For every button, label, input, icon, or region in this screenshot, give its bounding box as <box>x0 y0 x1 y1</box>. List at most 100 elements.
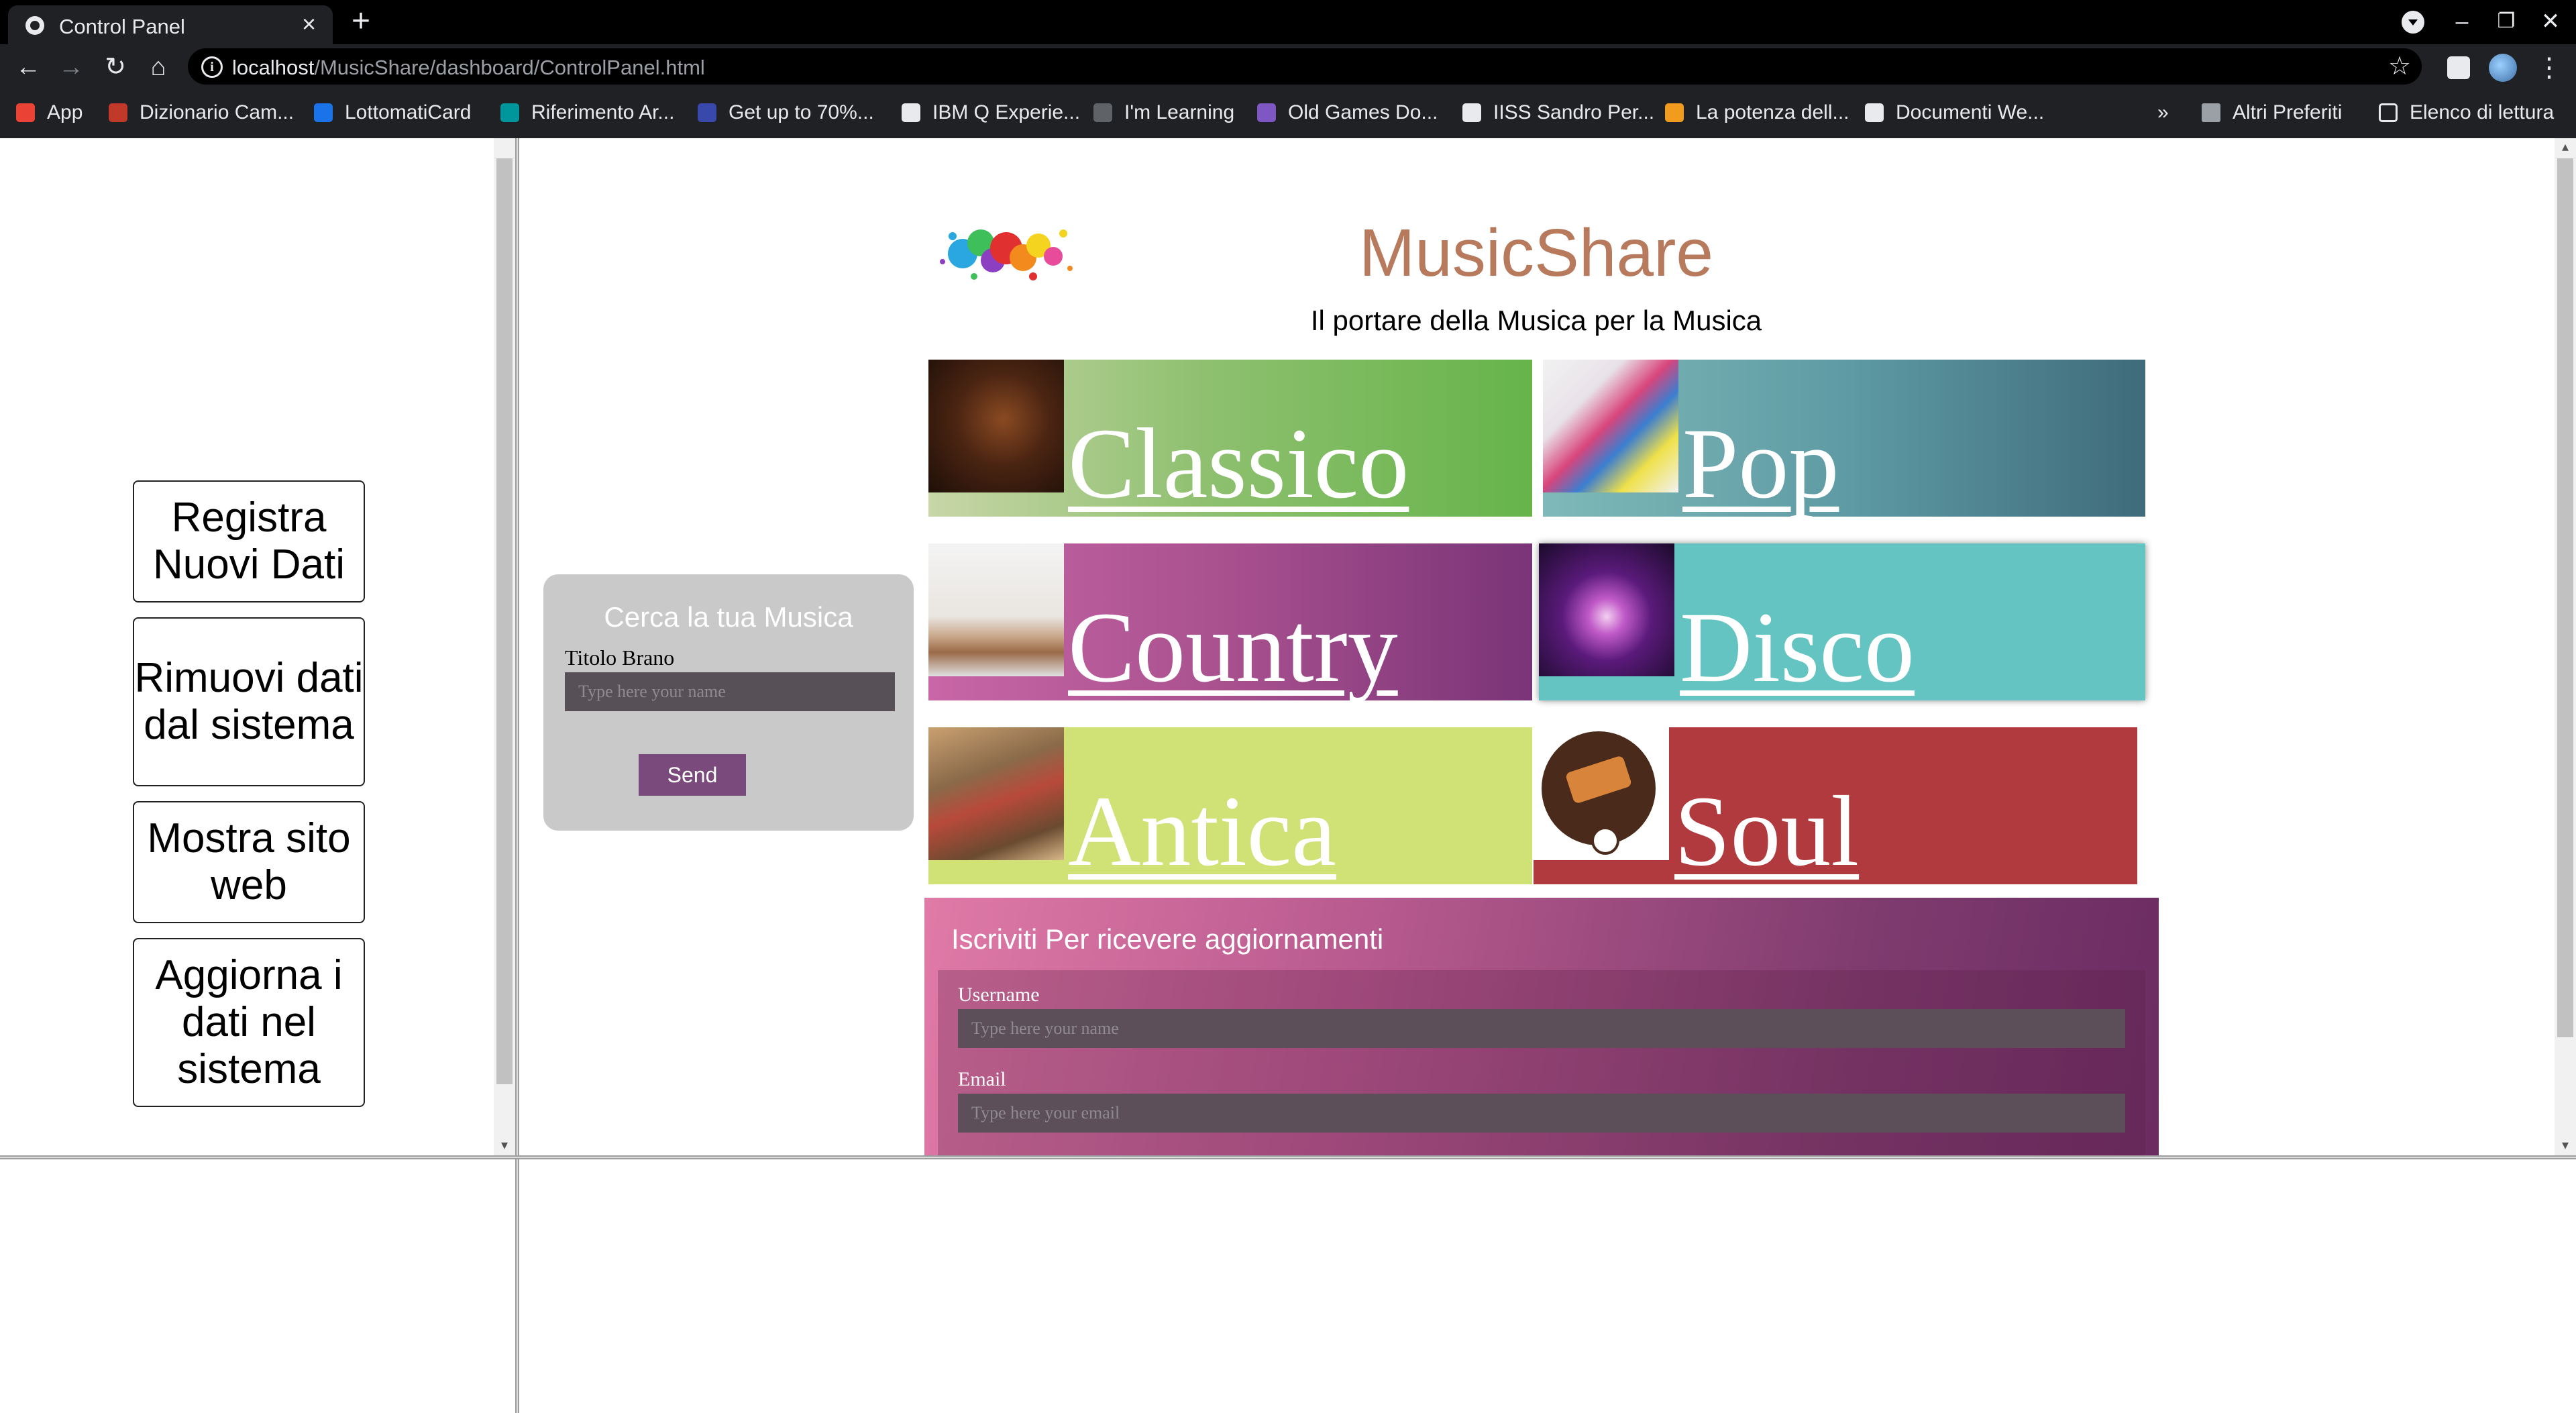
bookmark-label: Documenti We... <box>1896 101 2045 123</box>
documents-icon <box>1865 103 1884 122</box>
username-label: Username <box>958 984 1040 1006</box>
old-games-icon <box>1257 103 1276 122</box>
more-bookmarks-button[interactable]: » <box>2157 99 2169 126</box>
soul-music-logo <box>1534 727 1669 860</box>
site-title: MusicShare <box>1359 215 1713 291</box>
main-frame-scroll-thumb[interactable] <box>2557 158 2573 1037</box>
bookmark-label: IISS Sandro Per... <box>1493 101 1655 123</box>
learning-icon <box>1093 103 1112 122</box>
email-input[interactable] <box>958 1094 2125 1133</box>
song-title-input[interactable] <box>565 672 895 711</box>
bookmark-item[interactable]: LottomatiCard <box>314 99 471 126</box>
bookmark-item[interactable]: IISS Sandro Per... <box>1462 99 1654 126</box>
genre-link-classico[interactable]: Classico <box>1068 413 1409 514</box>
bookmark-label: I'm Learning <box>1124 101 1235 123</box>
bookmark-item[interactable]: IBM Q Experie... <box>902 99 1080 126</box>
subscribe-panel: Iscriviti Per ricevere aggiornamenti Use… <box>924 898 2159 1155</box>
browser-tab[interactable]: Control Panel × <box>8 5 333 44</box>
bookmark-label: IBM Q Experie... <box>932 101 1081 123</box>
left-frame-scroll-thumb[interactable] <box>496 158 513 1084</box>
back-icon[interactable]: ← <box>11 50 46 85</box>
bookmark-label: App <box>47 101 83 123</box>
bookmarks-bar: App Dizionario Cam... LottomatiCard Riferim… <box>0 89 2576 138</box>
tab-title: Control Panel <box>59 15 185 38</box>
close-tab-icon[interactable]: × <box>302 11 316 38</box>
song-title-label: Titolo Brano <box>565 645 675 670</box>
show-website-button[interactable]: Mostra sito web <box>133 801 365 923</box>
frame-divider-vertical[interactable] <box>515 138 519 1413</box>
dictionary-icon <box>109 103 127 122</box>
browser-toolbar: ← → ↻ ⌂ i localhost/MusicShare/dashboard… <box>0 44 2576 89</box>
genre-link-antica[interactable]: Antica <box>1068 781 1336 882</box>
genre-tile-country[interactable]: Country <box>928 543 1532 700</box>
genre-link-disco[interactable]: Disco <box>1680 597 1915 698</box>
genre-link-soul[interactable]: Soul <box>1674 781 1859 882</box>
bookmark-item[interactable]: App <box>16 99 83 126</box>
tab-strip: Control Panel × + – ❐ ✕ <box>0 0 2576 44</box>
bookmark-label: La potenza dell... <box>1696 101 1849 123</box>
globe-icon <box>25 16 44 35</box>
bookmark-item[interactable]: I'm Learning <box>1093 99 1234 126</box>
bookmark-label: Get up to 70%... <box>729 101 874 123</box>
amazon-icon <box>1665 103 1684 122</box>
music-graffiti-photo <box>1543 360 1678 492</box>
scroll-down-arrow-icon[interactable]: ▾ <box>2555 1137 2576 1153</box>
disco-ball-photo <box>1539 543 1674 676</box>
scroll-up-arrow-icon[interactable]: ▴ <box>2555 138 2576 155</box>
subscribe-title: Iscriviti Per ricevere aggiornamenti <box>951 923 1384 955</box>
new-tab-button[interactable]: + <box>352 4 370 39</box>
frame-divider-horizontal[interactable] <box>0 1155 2576 1159</box>
coupon-icon <box>698 103 716 122</box>
subscribe-form: Username Email <box>938 970 2145 1155</box>
bookmark-label: Old Games Do... <box>1288 101 1438 123</box>
location-pin-icon <box>902 103 920 122</box>
reload-icon[interactable]: ↻ <box>98 50 133 85</box>
forward-icon[interactable]: → <box>54 50 89 85</box>
username-input[interactable] <box>958 1009 2125 1048</box>
genre-link-country[interactable]: Country <box>1068 597 1398 698</box>
bookmark-star-icon[interactable]: ☆ <box>2388 51 2411 81</box>
folder-icon <box>2202 103 2220 122</box>
bookmark-item[interactable]: La potenza dell... <box>1665 99 1849 126</box>
site-info-icon[interactable]: i <box>201 56 223 78</box>
send-button[interactable]: Send <box>639 754 746 796</box>
bookmark-item[interactable]: Documenti We... <box>1865 99 2044 126</box>
arduino-icon <box>500 103 519 122</box>
violin-photo <box>928 360 1064 492</box>
minimize-icon[interactable]: – <box>2442 5 2482 38</box>
home-icon[interactable]: ⌂ <box>141 50 176 85</box>
extensions-icon[interactable] <box>2447 56 2470 79</box>
genre-tile-classico[interactable]: Classico <box>928 360 1532 517</box>
reading-list-button[interactable]: Elenco di lettura <box>2379 99 2554 126</box>
profile-avatar[interactable] <box>2489 54 2517 82</box>
remove-data-button[interactable]: Rimuovi dati dal sistema <box>133 617 365 786</box>
bookmark-item[interactable]: Dizionario Cam... <box>109 99 294 126</box>
address-bar[interactable]: i localhost/MusicShare/dashboard/Control… <box>188 48 2422 85</box>
lottomaticard-icon <box>314 103 333 122</box>
medieval-painting-photo <box>928 727 1064 860</box>
bookmark-label: LottomatiCard <box>345 101 472 123</box>
bookmark-item[interactable]: Riferimento Ar... <box>500 99 674 126</box>
scroll-down-arrow-icon[interactable]: ▾ <box>494 1137 515 1153</box>
genre-tile-disco[interactable]: Disco <box>1539 543 2145 700</box>
site-subtitle: Il portare della Musica per la Musica <box>1310 305 1762 336</box>
search-panel: Cerca la tua Musica Titolo Brano Send <box>543 574 914 831</box>
bookmark-label: Riferimento Ar... <box>531 101 675 123</box>
register-data-button[interactable]: Registra Nuovi Dati <box>133 480 365 603</box>
browser-menu-icon[interactable]: ⋮ <box>2536 51 2563 85</box>
school-icon <box>1462 103 1481 122</box>
url-text[interactable]: localhost/MusicShare/dashboard/ControlPa… <box>232 56 705 80</box>
close-window-icon[interactable]: ✕ <box>2530 5 2571 38</box>
genre-tile-antica[interactable]: Antica <box>928 727 1532 884</box>
genre-tile-soul[interactable]: Soul <box>1534 727 2137 884</box>
update-data-button[interactable]: Aggiorna i dati nel sistema <box>133 938 365 1107</box>
other-favorites-folder[interactable]: Altri Preferiti <box>2202 99 2342 126</box>
genre-tile-pop[interactable]: Pop <box>1543 360 2145 517</box>
bookmark-item[interactable]: Old Games Do... <box>1257 99 1438 126</box>
genre-link-pop[interactable]: Pop <box>1682 413 1839 514</box>
restore-icon[interactable]: ❐ <box>2486 5 2526 38</box>
musicshare-logo <box>932 218 1080 292</box>
bookmark-item[interactable]: Get up to 70%... <box>698 99 874 126</box>
tab-search-icon[interactable] <box>2402 11 2424 34</box>
apps-grid-icon <box>16 103 35 122</box>
